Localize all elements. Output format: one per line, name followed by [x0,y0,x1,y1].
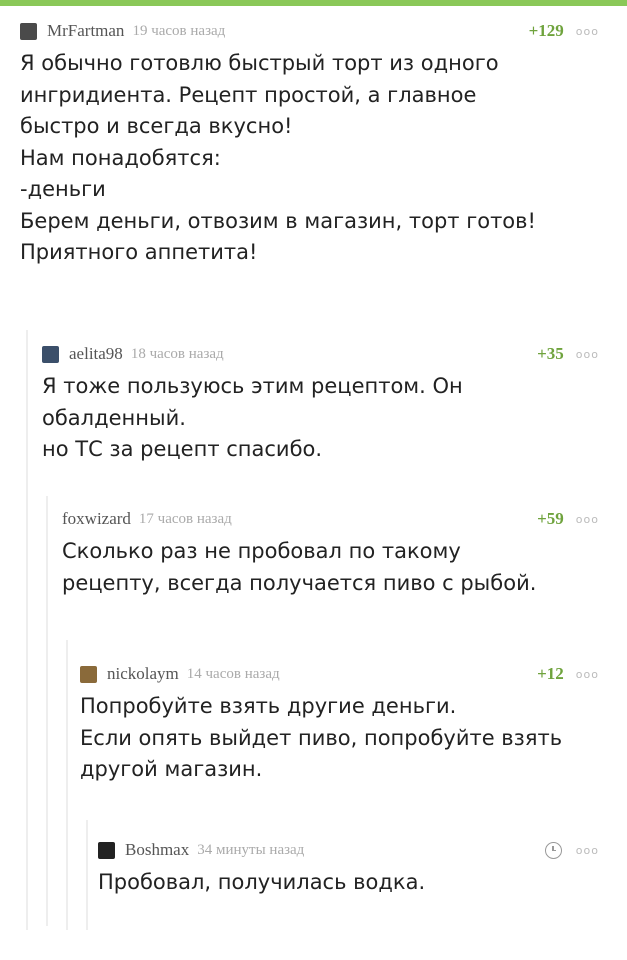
comment-text-line: обалденный. [42,405,186,430]
comment: aelita98 18 часов назад +35 ooo Я тоже п… [42,337,627,466]
comment-actions: ooo [544,833,599,867]
thread-line [86,820,88,930]
username[interactable]: Boshmax [125,840,189,860]
comment-text-line: Сколько раз не пробовал по такому [62,539,461,563]
top-accent-bar [0,0,627,6]
more-options-icon[interactable]: ooo [576,844,599,857]
more-options-icon[interactable]: ooo [576,513,599,526]
comment: nickolaym 14 часов назад +12 ooo Попробу… [80,657,627,786]
comment-text-line: -деньги [20,177,106,201]
comment-body: Я обычно готовлю быстрый торт из одного … [20,48,627,269]
thread-line [46,496,48,926]
more-options-icon[interactable]: ooo [576,668,599,681]
comment-actions: +129 ooo [529,14,599,48]
rating: +12 [537,664,564,683]
comment-header: foxwizard 17 часов назад +59 ooo [62,502,627,536]
clock-icon [544,841,562,859]
comment-actions: +35 ooo [537,337,599,371]
comment-body: Попробуйте взять другие деньги. Если опя… [80,691,627,786]
comment-text-line: Берем деньги, отвозим в магазин, торт го… [20,208,536,233]
comment: foxwizard 17 часов назад +59 ooo Сколько… [62,502,627,599]
rating: +59 [537,509,564,528]
comment-text-line: ингридиента. Рецепт простой, а главное [20,82,477,107]
user-avatar[interactable] [80,665,97,683]
rating: +129 [528,21,564,40]
comment-body: Сколько раз не пробовал по такому рецепт… [62,536,627,599]
comment-body: Я тоже пользуюсь этим рецептом. Он обалд… [42,371,627,466]
comment-body: Пробовал, получилась водка. [98,867,627,899]
user-avatar[interactable] [98,841,115,859]
comment-text-line: но ТС за рецепт спасибо. [42,437,323,461]
comment-actions: +59 ooo [537,502,599,536]
rating: +35 [537,344,564,363]
more-options-icon[interactable]: ooo [576,348,599,361]
comment-header: Boshmax 34 минуты назад ooo [98,833,627,867]
timestamp[interactable]: 34 минуты назад [197,842,304,859]
comment-text-line: другой магазин. [80,757,263,781]
comment-text-line: Я тоже пользуюсь этим рецептом. Он [42,374,463,398]
comment-text-line: Пробовал, получилась водка. [98,870,426,894]
timestamp[interactable]: 17 часов назад [139,511,232,528]
user-avatar[interactable] [20,22,37,40]
thread-line [66,640,68,930]
comment-text-line: Попробуйте взять другие деньги. [80,694,457,718]
comment-text-line: быстро и всегда вкусно! [20,114,293,138]
username[interactable]: MrFartman [47,21,124,41]
comment: MrFartman 19 часов назад +129 ooo Я обыч… [20,14,627,269]
comment-text-line: Я обычно готовлю быстрый торт из одного [20,51,499,75]
comment-text-line: рецепту, всегда получается пиво с рыбой. [62,570,537,595]
username[interactable]: nickolaym [107,664,179,684]
comment-header: MrFartman 19 часов назад +129 ooo [20,14,627,48]
comment-actions: +12 ooo [537,657,599,691]
username[interactable]: foxwizard [62,509,131,529]
comment-header: nickolaym 14 часов назад +12 ooo [80,657,627,691]
comment-header: aelita98 18 часов назад +35 ooo [42,337,627,371]
comment-text-line: Если опять выйдет пиво, попробуйте взять [80,725,563,750]
comment-text-line: Нам понадобятся: [20,145,221,170]
username[interactable]: aelita98 [69,344,123,364]
comment: Boshmax 34 минуты назад ooo Пробовал, по… [98,833,627,899]
user-avatar[interactable] [42,345,59,363]
comment-text-line: Приятного аппетита! [20,240,258,264]
timestamp[interactable]: 14 часов назад [187,666,280,683]
timestamp[interactable]: 19 часов назад [132,23,225,40]
more-options-icon[interactable]: ooo [576,25,599,38]
thread-line [26,330,28,930]
timestamp[interactable]: 18 часов назад [131,346,224,363]
